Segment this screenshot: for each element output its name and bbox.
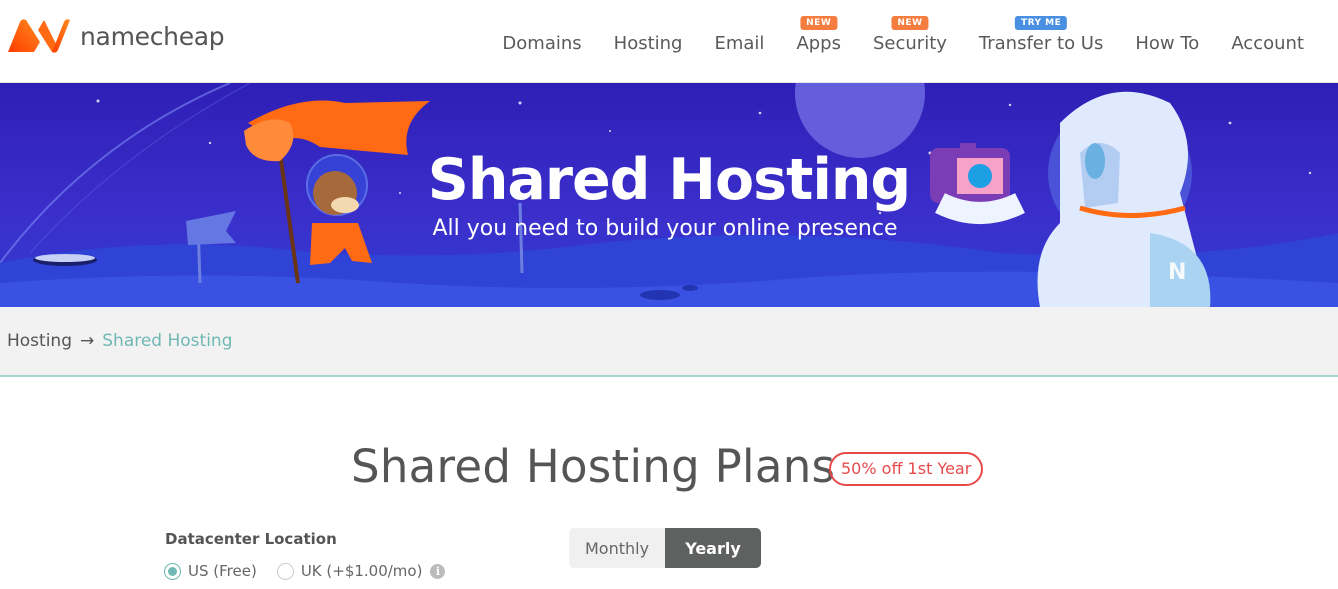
location-us-label: US (Free) bbox=[188, 562, 257, 580]
arrow-right-icon: → bbox=[80, 331, 95, 351]
main-nav: Domains Hosting Email NEW Apps NEW Secur… bbox=[486, 16, 1320, 54]
datacenter-label: Datacenter Location bbox=[165, 530, 337, 548]
nav-label: Account bbox=[1231, 33, 1304, 54]
new-badge: NEW bbox=[891, 16, 929, 30]
radio-uk[interactable] bbox=[276, 562, 294, 580]
nav-label: Email bbox=[714, 33, 765, 54]
logo-link[interactable]: namecheap bbox=[6, 18, 225, 54]
new-badge: NEW bbox=[800, 16, 838, 30]
nav-domains[interactable]: Domains bbox=[486, 33, 597, 54]
hero-subtitle: All you need to build your online presen… bbox=[432, 216, 898, 241]
monthly-button[interactable]: Monthly bbox=[569, 528, 665, 568]
try-me-badge: TRY ME bbox=[1014, 16, 1068, 30]
nav-transfer[interactable]: TRY ME Transfer to Us bbox=[963, 16, 1119, 54]
breadcrumb: Hosting → Shared Hosting bbox=[0, 307, 1338, 377]
billing-toggle: Monthly Yearly bbox=[569, 528, 761, 568]
site-header: namecheap Domains Hosting Email NEW Apps… bbox=[0, 0, 1338, 83]
promo-badge: 50% off 1st Year bbox=[829, 452, 984, 486]
breadcrumb-row: Hosting → Shared Hosting bbox=[7, 331, 233, 351]
location-us-option[interactable]: US (Free) bbox=[164, 562, 257, 580]
breadcrumb-hosting-link[interactable]: Hosting bbox=[7, 331, 72, 351]
breadcrumb-current: Shared Hosting bbox=[102, 331, 233, 351]
nav-account[interactable]: Account bbox=[1215, 33, 1320, 54]
nav-label: How To bbox=[1135, 33, 1200, 54]
yearly-button[interactable]: Yearly bbox=[665, 528, 761, 568]
nav-label: Transfer to Us bbox=[978, 33, 1104, 54]
nav-label: Domains bbox=[502, 33, 582, 54]
nav-label: Hosting bbox=[613, 33, 683, 54]
logo-wordmark: namecheap bbox=[80, 21, 225, 51]
location-uk-option[interactable]: UK (+$1.00/mo) bbox=[276, 562, 423, 580]
radio-us[interactable] bbox=[164, 562, 181, 580]
nav-how-to[interactable]: How To bbox=[1119, 33, 1215, 54]
nav-label: Apps bbox=[796, 33, 841, 54]
namecheap-logo-icon bbox=[8, 19, 70, 53]
nav-security[interactable]: NEW Security bbox=[857, 16, 963, 54]
plans-title: Shared Hosting Plans bbox=[351, 440, 836, 493]
info-icon[interactable]: i bbox=[430, 563, 446, 579]
nav-hosting[interactable]: Hosting bbox=[598, 33, 699, 54]
datacenter-options: US (Free) UK (+$1.00/mo) i bbox=[164, 562, 446, 580]
hero-title: Shared Hosting bbox=[427, 147, 911, 213]
nav-email[interactable]: Email bbox=[698, 33, 780, 54]
nav-apps[interactable]: NEW Apps bbox=[780, 16, 857, 54]
location-uk-label: UK (+$1.00/mo) bbox=[300, 562, 423, 580]
svg-text:N: N bbox=[1168, 260, 1186, 285]
hero-banner: N Shared Hosting All you need to build y… bbox=[0, 83, 1338, 307]
nav-label: Security bbox=[872, 33, 947, 54]
